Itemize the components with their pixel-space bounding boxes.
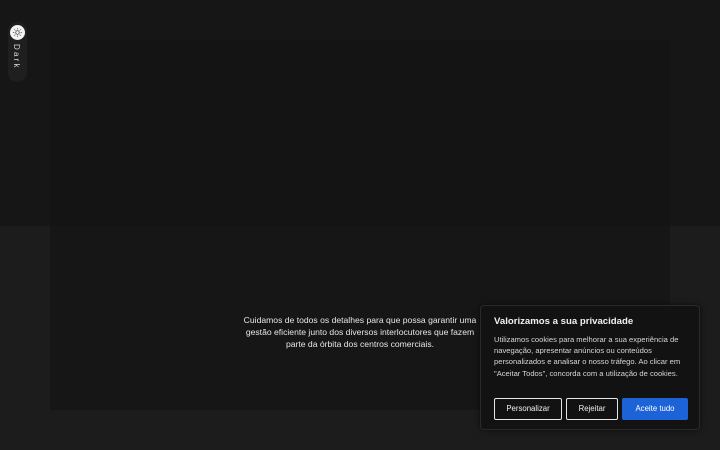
theme-toggle[interactable]: Dark [8, 22, 27, 82]
hero-tagline: Cuidamos de todos os detalhes para que p… [243, 315, 477, 349]
reject-button[interactable]: Rejeitar [566, 398, 618, 420]
accept-all-button[interactable]: Aceite tudo [622, 398, 688, 420]
theme-toggle-label: Dark [12, 44, 21, 70]
customize-button[interactable]: Personalizar [494, 398, 562, 420]
hero-media-area [50, 40, 670, 226]
cookie-banner-title: Valorizamos a sua privacidade [494, 316, 634, 327]
cookie-banner-description: Utilizamos cookies para melhorar a sua e… [494, 335, 681, 378]
cookie-consent-banner: Valorizamos a sua privacidade Utilizamos… [480, 305, 700, 430]
sun-icon[interactable] [10, 25, 25, 40]
